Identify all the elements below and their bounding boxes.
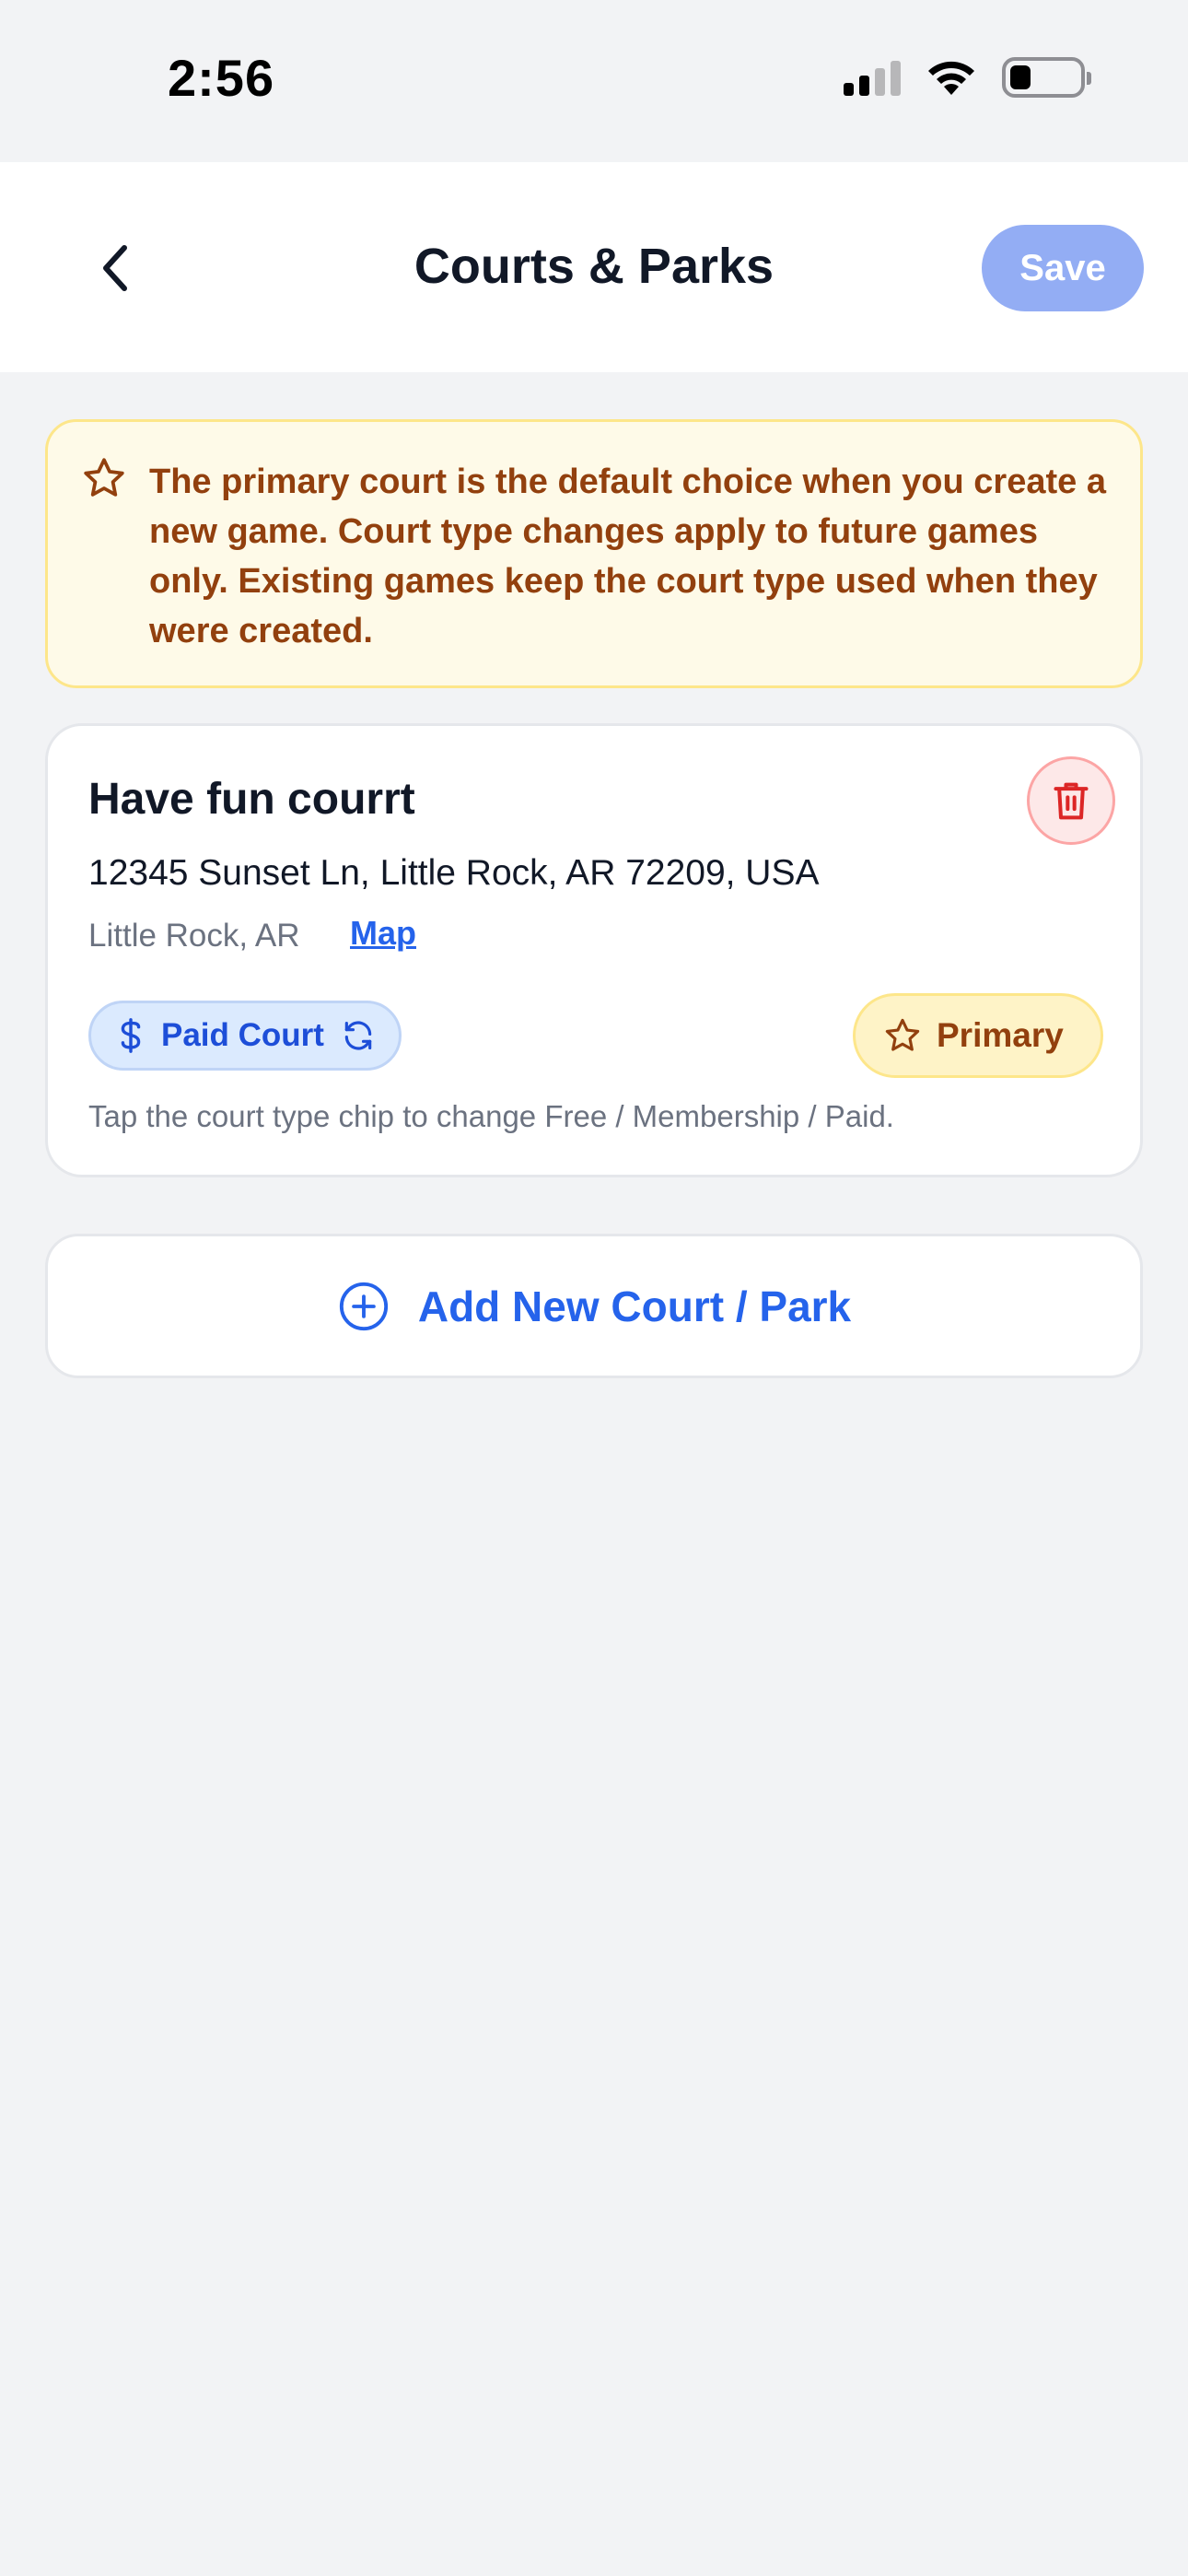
primary-badge[interactable]: Primary xyxy=(853,993,1103,1078)
status-icons xyxy=(844,57,1091,98)
court-city: Little Rock, AR xyxy=(88,918,300,954)
info-banner-text: The primary court is the default choice … xyxy=(149,463,1106,650)
save-button[interactable]: Save xyxy=(982,225,1144,311)
wifi-icon xyxy=(928,61,974,95)
status-bar: 2:56 xyxy=(0,0,1188,162)
map-link[interactable]: Map xyxy=(350,914,416,953)
court-type-hint: Tap the court type chip to change Free /… xyxy=(88,1099,894,1133)
battery-icon xyxy=(1002,57,1091,98)
star-outline-icon xyxy=(885,1018,920,1051)
dollar-icon xyxy=(121,1018,141,1053)
plus-circle-icon xyxy=(339,1282,388,1330)
refresh-icon xyxy=(344,1021,372,1050)
court-card: Have fun courrt 12345 Sunset Ln, Little … xyxy=(45,723,1143,1177)
add-court-button[interactable]: Add New Court / Park xyxy=(45,1234,1143,1378)
star-outline-icon xyxy=(84,458,124,497)
status-time: 2:56 xyxy=(168,49,275,107)
add-court-label: Add New Court / Park xyxy=(417,1282,852,1330)
delete-court-button[interactable] xyxy=(1027,756,1115,845)
cellular-signal-icon xyxy=(844,59,901,96)
court-type-label: Paid Court xyxy=(161,1017,324,1053)
court-type-chip[interactable]: Paid Court xyxy=(88,1001,402,1071)
info-banner: The primary court is the default choice … xyxy=(45,419,1143,688)
trash-icon xyxy=(1054,782,1089,820)
primary-label: Primary xyxy=(937,1016,1064,1054)
nav-bar: Courts & Parks Save xyxy=(0,162,1188,372)
court-address: 12345 Sunset Ln, Little Rock, AR 72209, … xyxy=(88,853,820,893)
court-name: Have fun courrt xyxy=(88,775,415,824)
